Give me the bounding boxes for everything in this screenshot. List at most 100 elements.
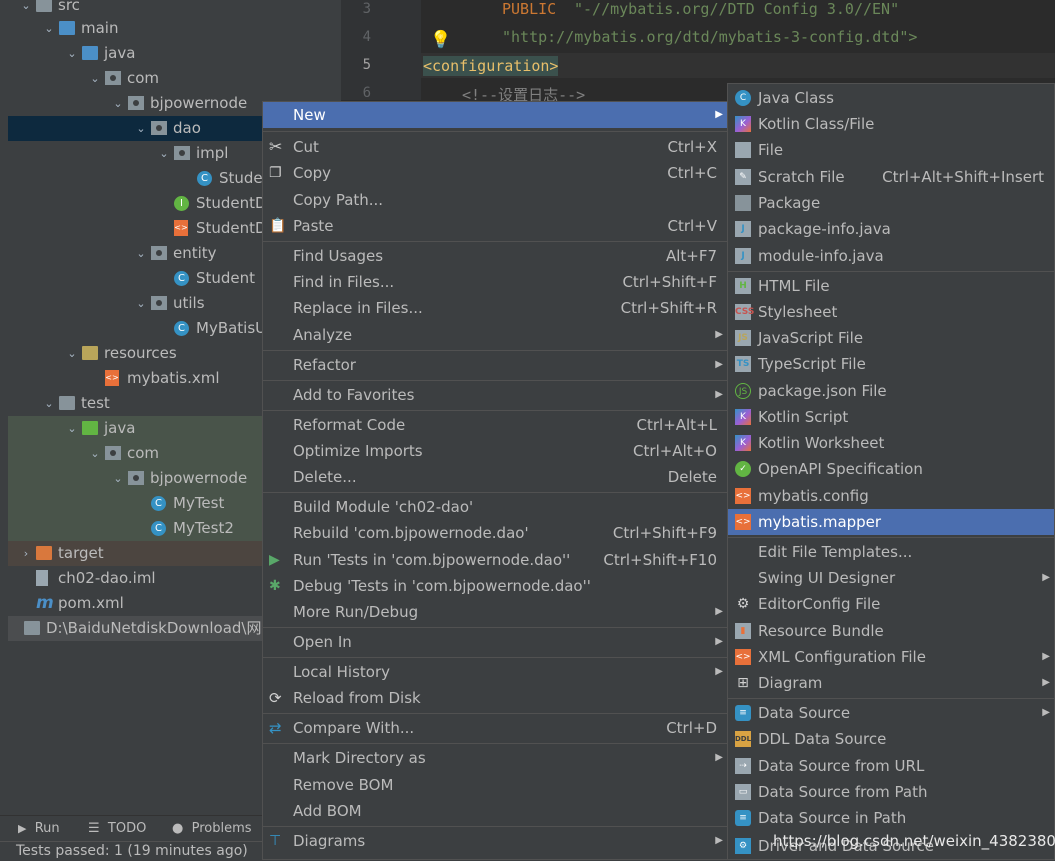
new-item-xml-configuration-file[interactable]: <> XML Configuration File ▶ — [728, 644, 1054, 670]
expand-arrow-icon[interactable]: ⌄ — [89, 441, 101, 466]
new-item-mybatis-config[interactable]: <> mybatis.config — [728, 483, 1054, 509]
pkgi-icon — [735, 195, 751, 211]
menu-item-copy[interactable]: ❐ Copy Ctrl+C — [263, 160, 727, 186]
collapse-arrow-icon[interactable]: › — [20, 541, 32, 566]
folder-icon — [82, 46, 98, 60]
menu-item-debug-tests-in-com-bjpowernode-dao[interactable]: ✱ Debug 'Tests in 'com.bjpowernode.dao'' — [263, 573, 727, 599]
menu-item-open-in[interactable]: Open In ▶ — [263, 629, 727, 655]
new-item-stylesheet[interactable]: CSS Stylesheet — [728, 299, 1054, 325]
new-item-scratch-file[interactable]: ✎ Scratch File Ctrl+Alt+Shift+Insert — [728, 164, 1054, 190]
jfile-icon: J — [735, 248, 751, 264]
submenu-arrow-icon: ▶ — [1042, 651, 1050, 662]
menu-item-compare-with[interactable]: ⇄ Compare With... Ctrl+D — [263, 715, 727, 741]
tree-node-main[interactable]: ⌄ main — [8, 16, 341, 41]
menu-item-run-tests-in-com-bjpowernode-dao[interactable]: ▶ Run 'Tests in 'com.bjpowernode.dao'' Ctr… — [263, 547, 727, 573]
new-item-editorconfig-file[interactable]: ⚙ EditorConfig File — [728, 591, 1054, 617]
menu-item-add-bom[interactable]: Add BOM — [263, 798, 727, 824]
menu-item-label: Copy — [293, 164, 332, 182]
menu-item-label: More Run/Debug — [293, 603, 419, 621]
new-item-data-source[interactable]: ≡ Data Source ▶ — [728, 700, 1054, 726]
intention-bulb-icon[interactable]: 💡 — [430, 30, 451, 50]
menu-item-analyze[interactable]: Analyze ▶ — [263, 322, 727, 348]
new-item-mybatis-mapper[interactable]: <> mybatis.mapper — [728, 509, 1054, 535]
new-item-diagram[interactable]: ⊞ Diagram ▶ — [728, 670, 1054, 696]
new-item-typescript-file[interactable]: TS TypeScript File — [728, 351, 1054, 377]
new-item-edit-file-templates[interactable]: Edit File Templates... — [728, 539, 1054, 565]
shortcut-label: Ctrl+Alt+L — [636, 416, 718, 434]
expand-arrow-icon[interactable]: ⌄ — [112, 91, 124, 116]
new-item-data-source-in-path[interactable]: ≡ Data Source in Path — [728, 805, 1054, 831]
tree-node-java[interactable]: ⌄ java — [8, 41, 341, 66]
file-icon — [735, 142, 751, 158]
expand-arrow-icon[interactable]: ⌄ — [112, 466, 124, 491]
expand-arrow-icon[interactable]: ⌄ — [158, 141, 170, 166]
shortcut-label: Alt+F7 — [665, 247, 717, 265]
kot-icon: K — [735, 435, 751, 451]
menu-item-optimize-imports[interactable]: Optimize Imports Ctrl+Alt+O — [263, 438, 727, 464]
menu-item-paste[interactable]: 📋 Paste Ctrl+V — [263, 213, 727, 239]
ts-icon: TS — [735, 356, 751, 372]
menu-item-delete[interactable]: Delete... Delete — [263, 464, 727, 490]
new-item-javascript-file[interactable]: JS JavaScript File — [728, 325, 1054, 351]
menu-item-mark-directory-as[interactable]: Mark Directory as ▶ — [263, 745, 727, 771]
menu-item-diagrams[interactable]: ⊤ Diagrams ▶ — [263, 828, 727, 854]
run-tab[interactable]: ▶ Run — [18, 821, 60, 836]
expand-arrow-icon[interactable]: ⌄ — [135, 241, 147, 266]
expand-arrow-icon[interactable]: ⌄ — [66, 41, 78, 66]
tree-node-com[interactable]: ⌄ com — [8, 66, 341, 91]
menu-item-label: Refactor — [293, 356, 356, 374]
menu-item-reload-from-disk[interactable]: ⟳ Reload from Disk — [263, 685, 727, 711]
menu-item-add-to-favorites[interactable]: Add to Favorites ▶ — [263, 382, 727, 408]
new-item-data-source-from-url[interactable]: ⇢ Data Source from URL — [728, 753, 1054, 779]
line-number: 3 — [362, 1, 371, 17]
interface-icon: I — [174, 196, 189, 211]
new-item-kotlin-class-file[interactable]: K Kotlin Class/File — [728, 111, 1054, 137]
new-item-data-source-from-path[interactable]: ▭ Data Source from Path — [728, 779, 1054, 805]
expand-arrow-icon[interactable]: ⌄ — [89, 66, 101, 91]
new-item-swing-ui-designer[interactable]: Swing UI Designer ▶ — [728, 565, 1054, 591]
todo-tab[interactable]: ☰ TODO — [88, 821, 146, 836]
menu-item-cut[interactable]: ✂ Cut Ctrl+X — [263, 134, 727, 160]
new-item-kotlin-worksheet[interactable]: K Kotlin Worksheet — [728, 430, 1054, 456]
db-icon: ≡ — [735, 810, 751, 826]
menu-item-copy-path[interactable]: Copy Path... — [263, 187, 727, 213]
menu-item-local-history[interactable]: Local History ▶ — [263, 659, 727, 685]
menu-item-find-in-files[interactable]: Find in Files... Ctrl+Shift+F — [263, 269, 727, 295]
package-icon — [105, 446, 121, 460]
new-item-kotlin-script[interactable]: K Kotlin Script — [728, 404, 1054, 430]
new-item-package-info-java[interactable]: Jpackage-info.java — [728, 216, 1054, 242]
menu-item-find-usages[interactable]: Find Usages Alt+F7 — [263, 243, 727, 269]
tree-node-label: test — [81, 394, 110, 412]
tree-node-label: Student — [196, 269, 256, 287]
menu-item-remove-bom[interactable]: Remove BOM — [263, 772, 727, 798]
menu-item-build-module-ch02-dao[interactable]: Build Module 'ch02-dao' — [263, 494, 727, 520]
new-item-ddl-data-source[interactable]: DDL DDL Data Source — [728, 726, 1054, 752]
new-item-html-file[interactable]: H HTML File — [728, 273, 1054, 299]
new-item-resource-bundle[interactable]: ▮ Resource Bundle — [728, 618, 1054, 644]
tree-node-label: MyBatisU — [196, 319, 267, 337]
expand-arrow-icon[interactable]: ⌄ — [135, 116, 147, 141]
driver-icon: ⚙ — [735, 838, 751, 854]
new-item-file[interactable]: File — [728, 137, 1054, 163]
menu-separator — [263, 627, 727, 628]
menu-item-replace-in-files[interactable]: Replace in Files... Ctrl+Shift+R — [263, 295, 727, 321]
expand-arrow-icon[interactable]: ⌄ — [66, 416, 78, 441]
new-item-openapi-specification[interactable]: ✓ OpenAPI Specification — [728, 456, 1054, 482]
expand-arrow-icon[interactable]: ⌄ — [43, 391, 55, 416]
code-token: <configuration> — [423, 56, 559, 76]
new-item-package[interactable]: Package — [728, 190, 1054, 216]
expand-arrow-icon[interactable]: ⌄ — [43, 16, 55, 41]
new-item-package-json-file[interactable]: JS package.json File — [728, 378, 1054, 404]
menu-item-label: Delete... — [293, 468, 357, 486]
new-item-java-class[interactable]: C Java Class — [728, 85, 1054, 111]
menu-item-refactor[interactable]: Refactor ▶ — [263, 352, 727, 378]
new-item-module-info-java[interactable]: Jmodule-info.java — [728, 243, 1054, 269]
menu-item-rebuild-com-bjpowernode-dao[interactable]: Rebuild 'com.bjpowernode.dao' Ctrl+Shift+… — [263, 520, 727, 546]
menu-item-label: Add to Favorites — [293, 386, 415, 404]
menu-item-more-run-debug[interactable]: More Run/Debug ▶ — [263, 599, 727, 625]
problems-tab[interactable]: ● Problems — [172, 821, 252, 836]
expand-arrow-icon[interactable]: ⌄ — [135, 291, 147, 316]
expand-arrow-icon[interactable]: ⌄ — [66, 341, 78, 366]
menu-item-new[interactable]: New ▶ — [263, 102, 727, 128]
menu-item-reformat-code[interactable]: Reformat Code Ctrl+Alt+L — [263, 412, 727, 438]
